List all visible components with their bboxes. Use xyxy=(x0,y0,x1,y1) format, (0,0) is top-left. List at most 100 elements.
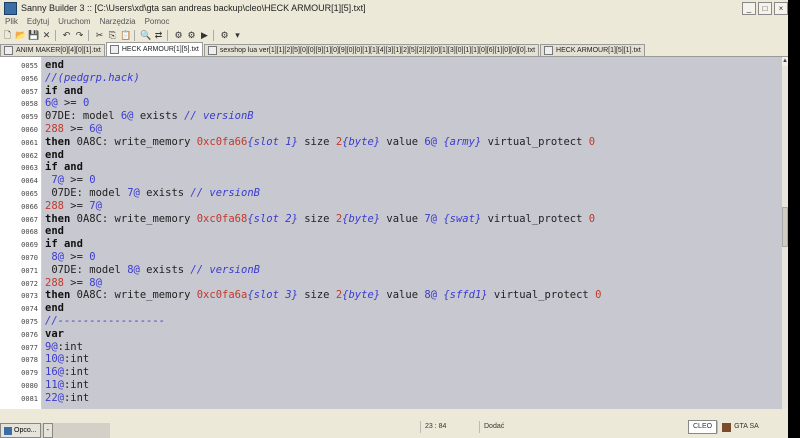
compile-icon[interactable]: ⚙ xyxy=(173,30,184,41)
cut-icon[interactable]: ✂ xyxy=(94,30,105,41)
title-bar: Sanny Builder 3 :: [C:\Users\xd\gta san … xyxy=(0,0,788,16)
code-line[interactable]: 9@:int xyxy=(45,341,83,353)
code-line[interactable]: 07DE: model 6@ exists // versionB xyxy=(45,110,254,122)
line-number: 0080 xyxy=(21,382,38,390)
code-token: //----------------- xyxy=(45,315,166,327)
code-token: 0 xyxy=(588,212,596,225)
taskbar: Opco... - xyxy=(0,423,110,438)
code-token: 7@ xyxy=(127,187,140,199)
code-token: 7@ xyxy=(424,212,438,225)
line-number: 0072 xyxy=(21,279,38,288)
run-icon[interactable]: ▶ xyxy=(199,30,210,41)
code-line[interactable]: 16@:int xyxy=(45,366,89,378)
code-line[interactable]: 288 >= 8@ xyxy=(45,277,102,289)
code-line[interactable]: 10@:int xyxy=(45,353,89,365)
code-token: virtual_protect xyxy=(481,212,589,225)
code-line[interactable]: then 0A8C: write_memory 0xc0fa6a{slot 3}… xyxy=(45,289,601,301)
maximize-button[interactable]: □ xyxy=(758,1,772,15)
code-line[interactable]: 7@ >= 0 xyxy=(45,174,95,186)
save-icon[interactable]: 💾 xyxy=(28,30,39,41)
undo-icon[interactable]: ↶ xyxy=(61,30,72,41)
code-token: // versionB xyxy=(184,110,254,123)
code-token: 6@ xyxy=(424,135,438,148)
code-token: 16@ xyxy=(45,366,64,379)
line-number: 0060 xyxy=(21,126,38,134)
code-line[interactable]: end xyxy=(45,225,64,237)
code-token: 0 xyxy=(595,289,602,302)
find-icon[interactable]: 🔍 xyxy=(140,30,151,41)
vertical-scrollbar[interactable]: ▲ xyxy=(782,57,788,409)
code-line[interactable]: 288 >= 7@ xyxy=(45,200,102,212)
line-number: 0070 xyxy=(21,254,38,262)
close-icon[interactable]: ✕ xyxy=(41,30,52,41)
code-line[interactable]: end xyxy=(45,149,64,161)
decompile-icon[interactable]: ⚙ xyxy=(186,30,197,41)
code-token: 7@ xyxy=(89,199,102,212)
options-icon[interactable]: ⚙ xyxy=(219,30,230,41)
code-token: then xyxy=(45,212,71,225)
code-token: then xyxy=(45,135,71,148)
code-token: 07DE: model xyxy=(45,110,121,123)
menu-run[interactable]: Uruchom xyxy=(53,16,94,28)
new-icon[interactable]: 🗋 xyxy=(2,30,13,41)
file-tab[interactable]: HECK ARMOUR[1][5].txt xyxy=(105,42,203,56)
code-line[interactable]: 22@:int xyxy=(45,392,89,404)
file-tab[interactable]: HECK ARMOUR[1][5][1].txt xyxy=(540,44,645,56)
scroll-thumb[interactable] xyxy=(782,207,788,247)
code-token: {sffd1} xyxy=(443,289,488,302)
code-token: end xyxy=(45,302,64,315)
code-line[interactable]: 6@ >= 0 xyxy=(45,97,89,109)
code-line[interactable]: if and xyxy=(45,161,83,173)
menu-tools[interactable]: Narzędzia xyxy=(95,16,140,28)
minimize-button[interactable]: _ xyxy=(742,1,756,15)
code-line[interactable]: 07DE: model 8@ exists // versionB xyxy=(45,264,260,276)
code-token: 22@ xyxy=(45,391,64,404)
taskbar-item-2[interactable]: - xyxy=(42,423,53,438)
open-icon[interactable]: 📂 xyxy=(15,30,26,41)
taskbar-item-opcodes[interactable]: Opco... xyxy=(0,423,41,438)
menu-file[interactable]: Plik xyxy=(0,16,22,28)
code-line[interactable]: if and xyxy=(45,85,83,97)
code-line[interactable]: 288 >= 6@ xyxy=(45,123,102,135)
code-token: value xyxy=(380,135,425,148)
code-line[interactable]: //----------------- xyxy=(45,315,165,327)
code-line[interactable]: then 0A8C: write_memory 0xc0fa68{slot 2}… xyxy=(45,213,595,225)
menu-edit[interactable]: Edytuj xyxy=(22,16,53,28)
code-token: end xyxy=(45,225,64,238)
code-token: then xyxy=(45,289,71,302)
code-line[interactable]: 07DE: model 7@ exists // versionB xyxy=(45,187,260,199)
redo-icon[interactable]: ↷ xyxy=(74,30,85,41)
line-number: 0079 xyxy=(21,369,38,378)
replace-icon[interactable]: ⇄ xyxy=(153,30,164,41)
code-token: :int xyxy=(57,340,83,353)
code-line[interactable]: if and xyxy=(45,238,83,250)
code-editor[interactable]: 0055 0056 0057 0058 0059 0060 0061 0062 0063 0064… xyxy=(0,57,782,409)
code-token: 288 xyxy=(45,123,64,135)
scroll-up-icon[interactable]: ▲ xyxy=(782,57,788,66)
code-line[interactable]: var xyxy=(45,328,64,340)
file-tab[interactable]: ANIM MAKER[0][4][0][1].txt xyxy=(0,44,105,56)
sanny-builder-window: Sanny Builder 3 :: [C:\Users\xd\gta san … xyxy=(0,0,788,438)
menu-help[interactable]: Pomoc xyxy=(140,16,174,28)
window-icon xyxy=(4,426,12,435)
code-token: 10@ xyxy=(45,353,64,366)
taskbar-item-label: Opco... xyxy=(14,427,37,434)
code-line[interactable]: then 0A8C: write_memory 0xc0fa66{slot 1}… xyxy=(45,136,595,148)
code-line[interactable]: end xyxy=(45,302,64,314)
line-number-gutter: 0055 0056 0057 0058 0059 0060 0061 0062 0063 0064… xyxy=(0,57,42,409)
code-line[interactable]: 11@:int xyxy=(45,379,89,391)
copy-icon[interactable]: ⎘ xyxy=(107,30,118,41)
code-line[interactable]: //(pedgrp.hack) xyxy=(45,72,140,84)
code-token: 0 xyxy=(588,135,596,148)
dropdown-icon[interactable]: ▾ xyxy=(232,30,243,41)
file-tab[interactable]: sexshop lua ver[1][1][2][5][0][0][9][1][… xyxy=(203,44,540,56)
close-window-button[interactable]: × xyxy=(774,1,788,15)
paste-icon[interactable]: 📋 xyxy=(120,30,131,41)
code-token: 0 xyxy=(82,97,90,110)
code-line[interactable]: 8@ >= 0 xyxy=(45,251,95,263)
line-number: 0064 xyxy=(21,177,38,186)
code-token: exists xyxy=(139,187,191,199)
code-token: virtual_protect xyxy=(487,289,596,302)
code-token: 0xc0fa68 xyxy=(196,212,248,225)
code-line[interactable]: end xyxy=(45,59,64,71)
